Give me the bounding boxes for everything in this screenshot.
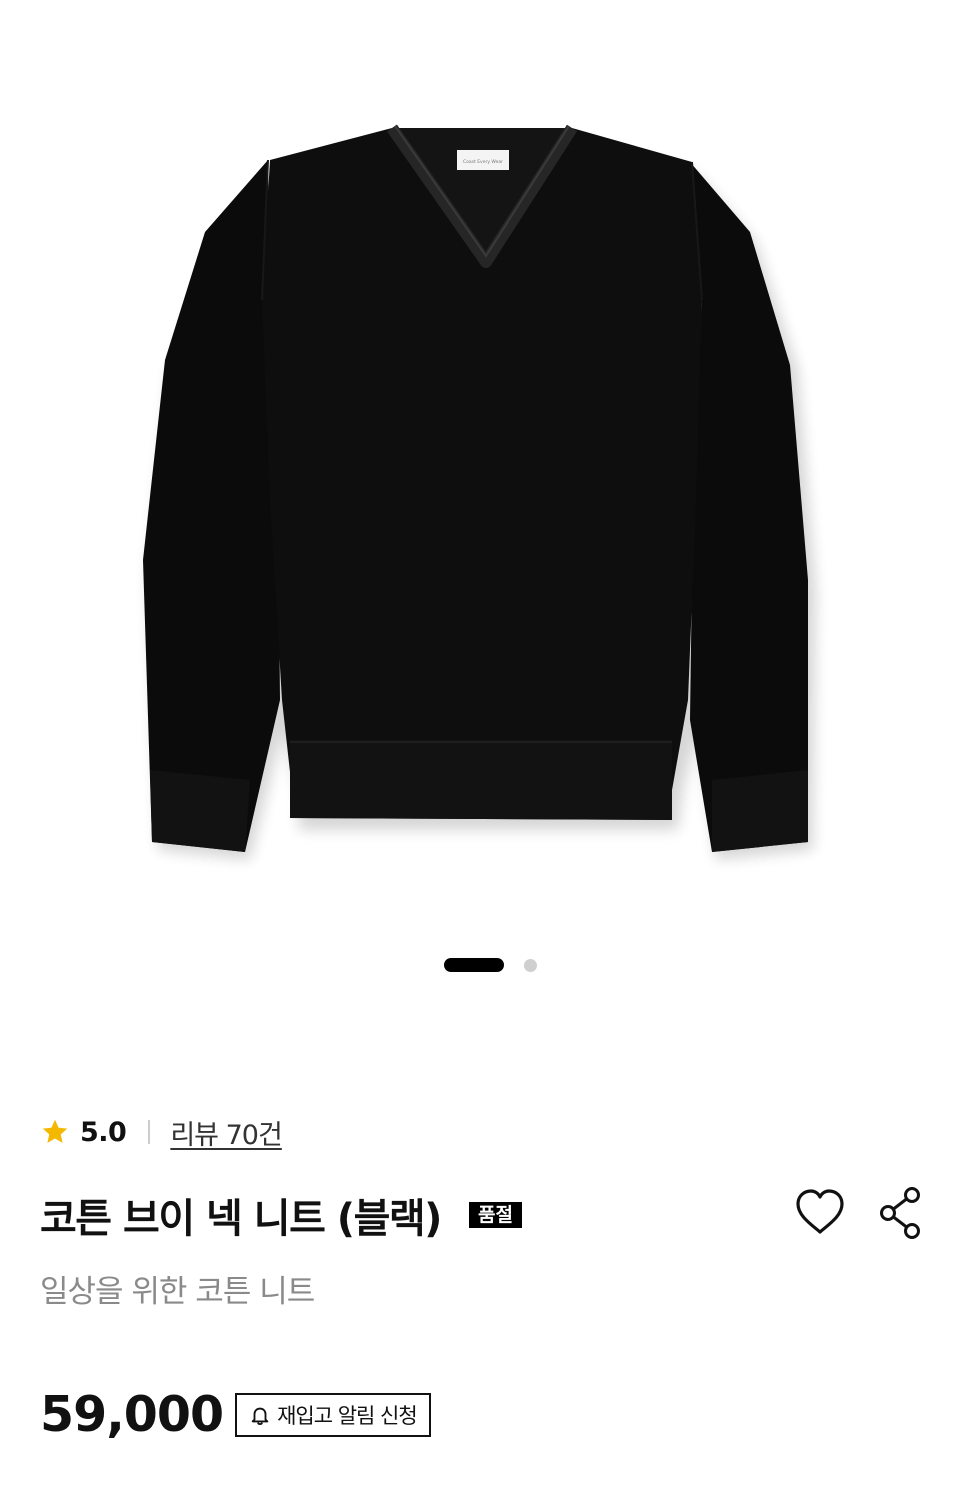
share-button[interactable]: [876, 1186, 926, 1240]
rating-row: 5.0 리뷰 70건: [40, 1112, 283, 1152]
star-icon: [42, 1119, 68, 1143]
wishlist-button[interactable]: [792, 1186, 848, 1240]
title-row: 코튼 브이 넥 니트 (블랙) 품절: [40, 1186, 522, 1244]
price-row: 59,000 재입고 알림 신청: [40, 1386, 431, 1443]
restock-alert-button[interactable]: 재입고 알림 신청: [235, 1392, 431, 1437]
gallery-pagination: [0, 958, 969, 972]
product-image: Coast Every Wear: [143, 124, 816, 860]
heart-icon: [796, 1189, 844, 1234]
product-title: 코튼 브이 넥 니트 (블랙): [40, 1196, 442, 1242]
rating-divider: [148, 1120, 151, 1144]
product-subtitle: 일상을 위한 코튼 니트: [40, 1274, 315, 1310]
pagination-dot[interactable]: [524, 958, 537, 972]
product-price: 59,000: [40, 1386, 224, 1443]
rating-score: 5.0: [80, 1116, 127, 1148]
share-icon: [880, 1187, 920, 1239]
pagination-dot-active[interactable]: [444, 958, 504, 972]
soldout-badge: 품절: [468, 1202, 522, 1228]
svg-text:Coast Every Wear: Coast Every Wear: [463, 159, 503, 165]
product-image-gallery[interactable]: Coast Every Wear: [0, 0, 969, 1010]
bell-icon: [251, 1407, 269, 1425]
review-count-link[interactable]: 리뷰 70건: [170, 1113, 282, 1152]
restock-alert-label: 재입고 알림 신청: [277, 1403, 418, 1428]
